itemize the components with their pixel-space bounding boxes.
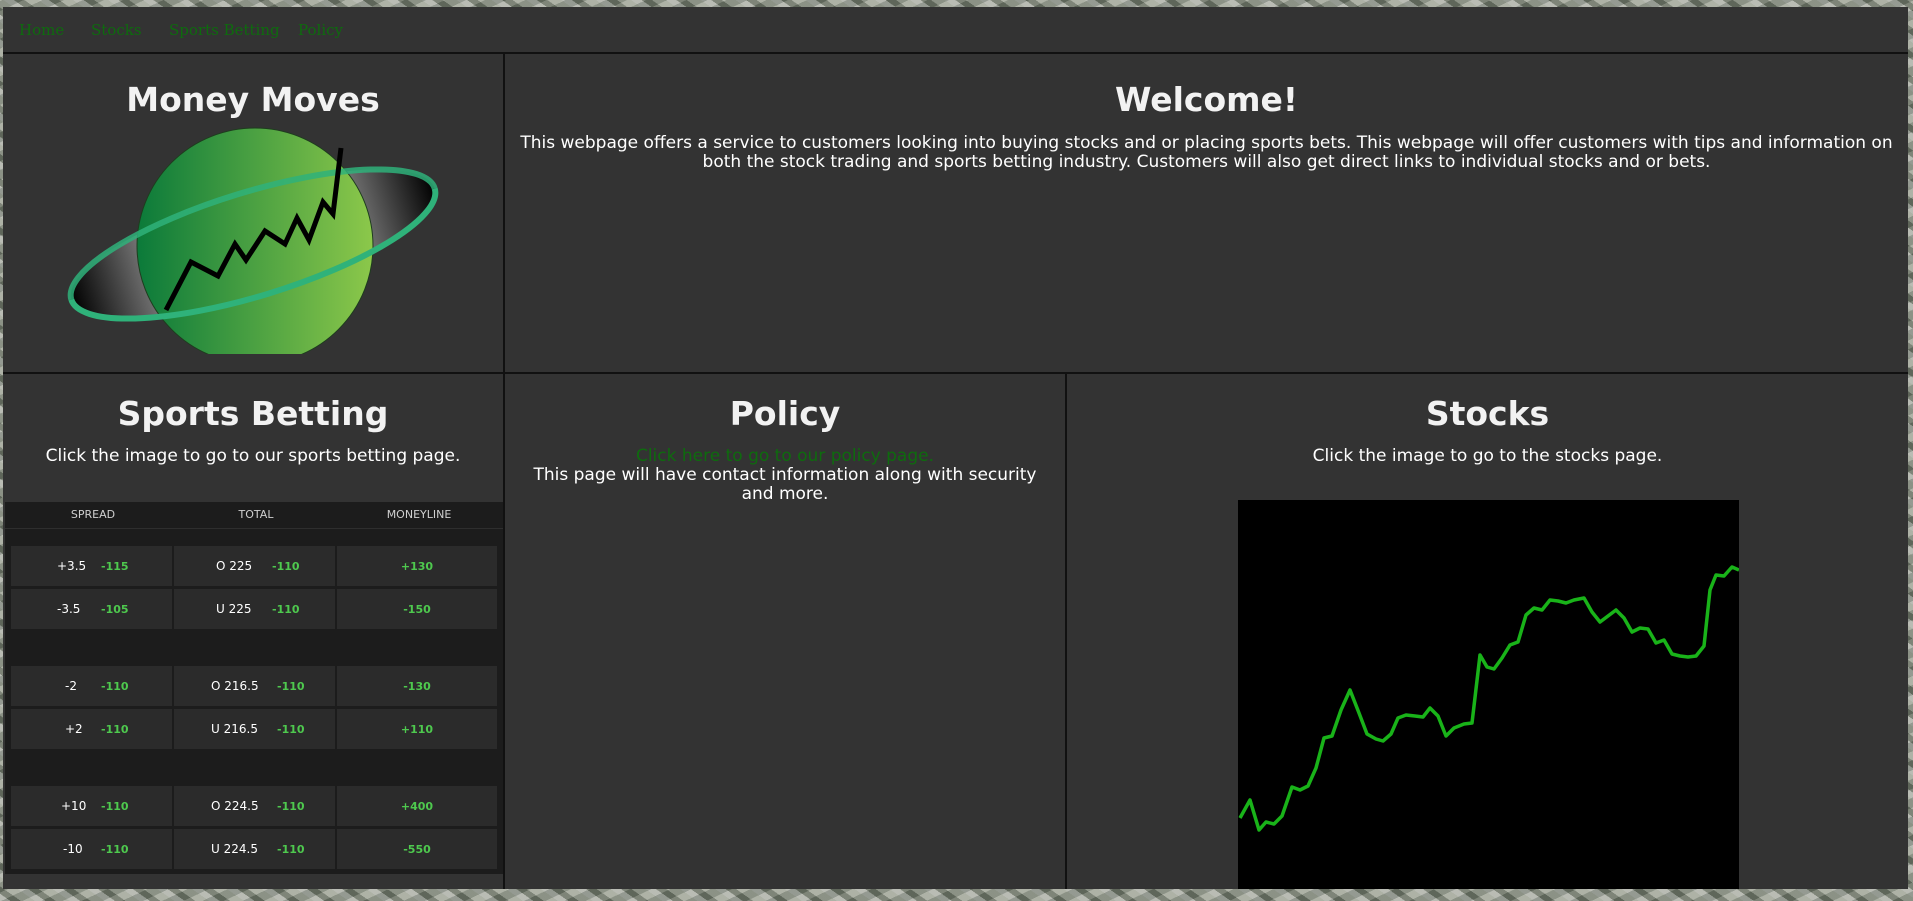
- spread-cell[interactable]: +3.5 -115: [11, 546, 172, 586]
- page-frame: Home Stocks Sports Betting Policy Money …: [3, 7, 1908, 889]
- stocks-title: Stocks: [1425, 394, 1550, 433]
- nav-home-link[interactable]: Home: [19, 21, 64, 39]
- spread-cell[interactable]: +2 -110: [11, 709, 172, 749]
- stocks-text: Click the image to go to the stocks page…: [1312, 446, 1663, 466]
- spread-cell[interactable]: -3.5 -105: [11, 589, 172, 629]
- spread-header: SPREAD: [70, 508, 116, 521]
- sports-betting-text: Click the image to go to our sports bett…: [45, 446, 461, 466]
- policy-panel: Policy Click here to go to our policy pa…: [505, 374, 1067, 889]
- moneyline-cell[interactable]: -550: [337, 829, 497, 869]
- sports-betting-title: Sports Betting: [117, 394, 389, 433]
- moneyline-cell[interactable]: -150: [337, 589, 497, 629]
- policy-text: This page will have contact information …: [533, 465, 1037, 504]
- nav-sports-betting-link[interactable]: Sports Betting: [169, 21, 280, 39]
- total-header: TOTAL: [238, 508, 274, 521]
- nav-policy-link[interactable]: Policy: [298, 21, 343, 39]
- spread-cell[interactable]: +10 -110: [11, 786, 172, 826]
- stock-line-graphic: [1238, 565, 1740, 832]
- stocks-image[interactable]: [1238, 500, 1740, 889]
- moneyline-cell[interactable]: -130: [337, 666, 497, 706]
- total-cell[interactable]: O 225 -110: [174, 546, 335, 586]
- welcome-panel: Welcome! This webpage offers a service t…: [505, 54, 1908, 374]
- total-cell[interactable]: O 216.5 -110: [174, 666, 335, 706]
- sports-betting-panel: Sports Betting Click the image to go to …: [3, 374, 505, 889]
- moneyline-cell[interactable]: +110: [337, 709, 497, 749]
- spread-cell[interactable]: -2 -110: [11, 666, 172, 706]
- nav-stocks-link[interactable]: Stocks: [91, 21, 142, 39]
- stocks-panel: Stocks Click the image to go to the stoc…: [1067, 374, 1908, 889]
- total-cell[interactable]: O 224.5 -110: [174, 786, 335, 826]
- spread-cell[interactable]: -10 -110: [11, 829, 172, 869]
- welcome-title: Welcome!: [1115, 80, 1298, 119]
- moneyline-cell[interactable]: +130: [337, 546, 497, 586]
- moneyline-header: MONEYLINE: [386, 508, 452, 521]
- sports-betting-image[interactable]: SPREAD TOTAL MONEYLINE +3.5 -115 O 225 -…: [5, 502, 503, 874]
- welcome-text: This webpage offers a service to custome…: [520, 133, 1893, 172]
- top-nav: Home Stocks Sports Betting Policy: [3, 7, 1908, 54]
- money-moves-logo[interactable]: [3, 114, 505, 354]
- moneyline-cell[interactable]: +400: [337, 786, 497, 826]
- total-cell[interactable]: U 225 -110: [174, 589, 335, 629]
- logo-panel: Money Moves: [3, 54, 505, 374]
- policy-link[interactable]: Click here to go to our policy page.: [505, 447, 1065, 466]
- total-cell[interactable]: U 224.5 -110: [174, 829, 335, 869]
- policy-title: Policy: [729, 394, 841, 433]
- total-cell[interactable]: U 216.5 -110: [174, 709, 335, 749]
